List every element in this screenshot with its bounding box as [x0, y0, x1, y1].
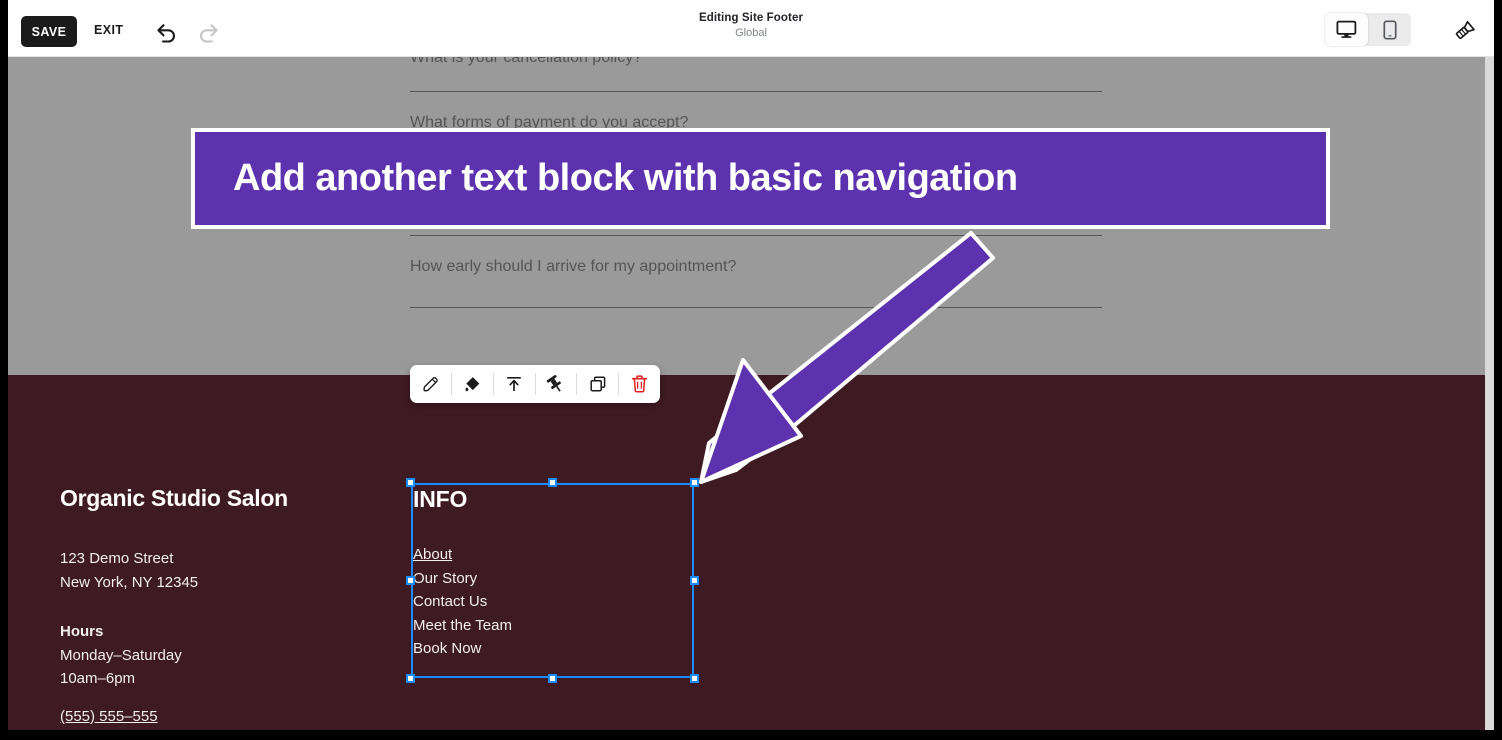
faq-row: What is your cancellation policy? [410, 57, 1102, 92]
editor-window: SAVE EXIT Editing Site Footer Global Wha… [8, 0, 1494, 730]
resize-handle-top-center[interactable] [548, 478, 557, 487]
site-footer-section[interactable]: Organic Studio Salon 123 Demo Street New… [8, 375, 1485, 730]
phone-link[interactable]: (555) 555–555 [60, 705, 200, 729]
page-subtitle: Global [735, 27, 767, 39]
pin-button[interactable] [536, 365, 577, 403]
site-preview-canvas[interactable]: What is your cancellation policy? What f… [8, 57, 1494, 730]
move-to-top-icon [507, 377, 521, 391]
paint-bucket-icon [465, 376, 480, 391]
info-link-meet-the-team[interactable]: Meet the Team [413, 614, 512, 638]
redo-arrow-icon [200, 24, 218, 43]
mobile-view-button[interactable] [1368, 13, 1411, 46]
resize-handle-top-left[interactable] [406, 478, 415, 487]
info-link-contact-us[interactable]: Contact Us [413, 590, 512, 614]
faq-row: How early should I arrive for my appoint… [410, 236, 1102, 308]
footer-address: 123 Demo Street New York, NY 12345 [60, 547, 198, 594]
mobile-phone-icon [1382, 19, 1397, 40]
duplicate-icon [590, 376, 606, 392]
address-line: 123 Demo Street [60, 550, 174, 567]
hours-label: Hours [60, 623, 104, 640]
element-action-toolbar[interactable] [410, 365, 660, 403]
undo-button[interactable] [152, 18, 182, 46]
resize-handle-top-right[interactable] [690, 478, 699, 487]
preview-scrollbar[interactable] [1485, 57, 1494, 730]
duplicate-button[interactable] [577, 365, 618, 403]
address-line: New York, NY 12345 [60, 573, 199, 591]
editing-context-title: Editing Site Footer Global [8, 12, 1494, 39]
save-button[interactable]: SAVE [21, 16, 77, 47]
footer-hours: Hours Monday–Saturday 10am–6pm [60, 620, 182, 691]
annotation-text: Add another text block with basic naviga… [233, 157, 1018, 199]
email-link[interactable]: email@example.com [60, 729, 200, 731]
edit-pencil-icon [423, 376, 438, 391]
pin-icon [547, 374, 562, 392]
delete-button[interactable] [619, 365, 660, 403]
info-text-block[interactable]: INFO About Our Story Contact Us Meet the… [406, 478, 699, 683]
page-title: Editing Site Footer [698, 12, 804, 24]
resize-handle-bottom-center[interactable] [548, 674, 557, 683]
footer-contact: (555) 555–555 email@example.com [60, 705, 200, 730]
info-block-heading: INFO [413, 486, 468, 512]
redo-button[interactable] [193, 18, 223, 46]
desktop-monitor-icon [1336, 20, 1357, 38]
site-styles-brush-button[interactable] [1450, 15, 1480, 45]
editor-top-bar: SAVE EXIT Editing Site Footer Global [8, 0, 1494, 57]
hours-line: Monday–Saturday [60, 646, 182, 664]
resize-handle-bottom-right[interactable] [690, 674, 699, 683]
desktop-view-button[interactable] [1325, 13, 1368, 46]
undo-arrow-icon [157, 24, 175, 43]
exit-button[interactable]: EXIT [94, 23, 123, 37]
annotation-banner: Add another text block with basic naviga… [191, 128, 1330, 229]
move-to-top-button[interactable] [494, 365, 535, 403]
hours-line: 10am–6pm [60, 670, 136, 687]
background-button[interactable] [452, 365, 493, 403]
device-preview-toggle[interactable] [1325, 13, 1411, 46]
info-block-links: About Our Story Contact Us Meet the Team… [413, 543, 512, 661]
footer-brand-name: Organic Studio Salon [60, 485, 288, 511]
info-link-book-now[interactable]: Book Now [413, 637, 512, 661]
info-link-our-story[interactable]: Our Story [413, 567, 512, 591]
edit-button[interactable] [410, 365, 451, 403]
resize-handle-middle-left[interactable] [406, 576, 415, 585]
paintbrush-icon [1455, 20, 1475, 39]
trash-icon [631, 375, 648, 393]
resize-handle-bottom-left[interactable] [406, 674, 415, 683]
resize-handle-middle-right[interactable] [690, 576, 699, 585]
info-link-about[interactable]: About [413, 543, 512, 567]
